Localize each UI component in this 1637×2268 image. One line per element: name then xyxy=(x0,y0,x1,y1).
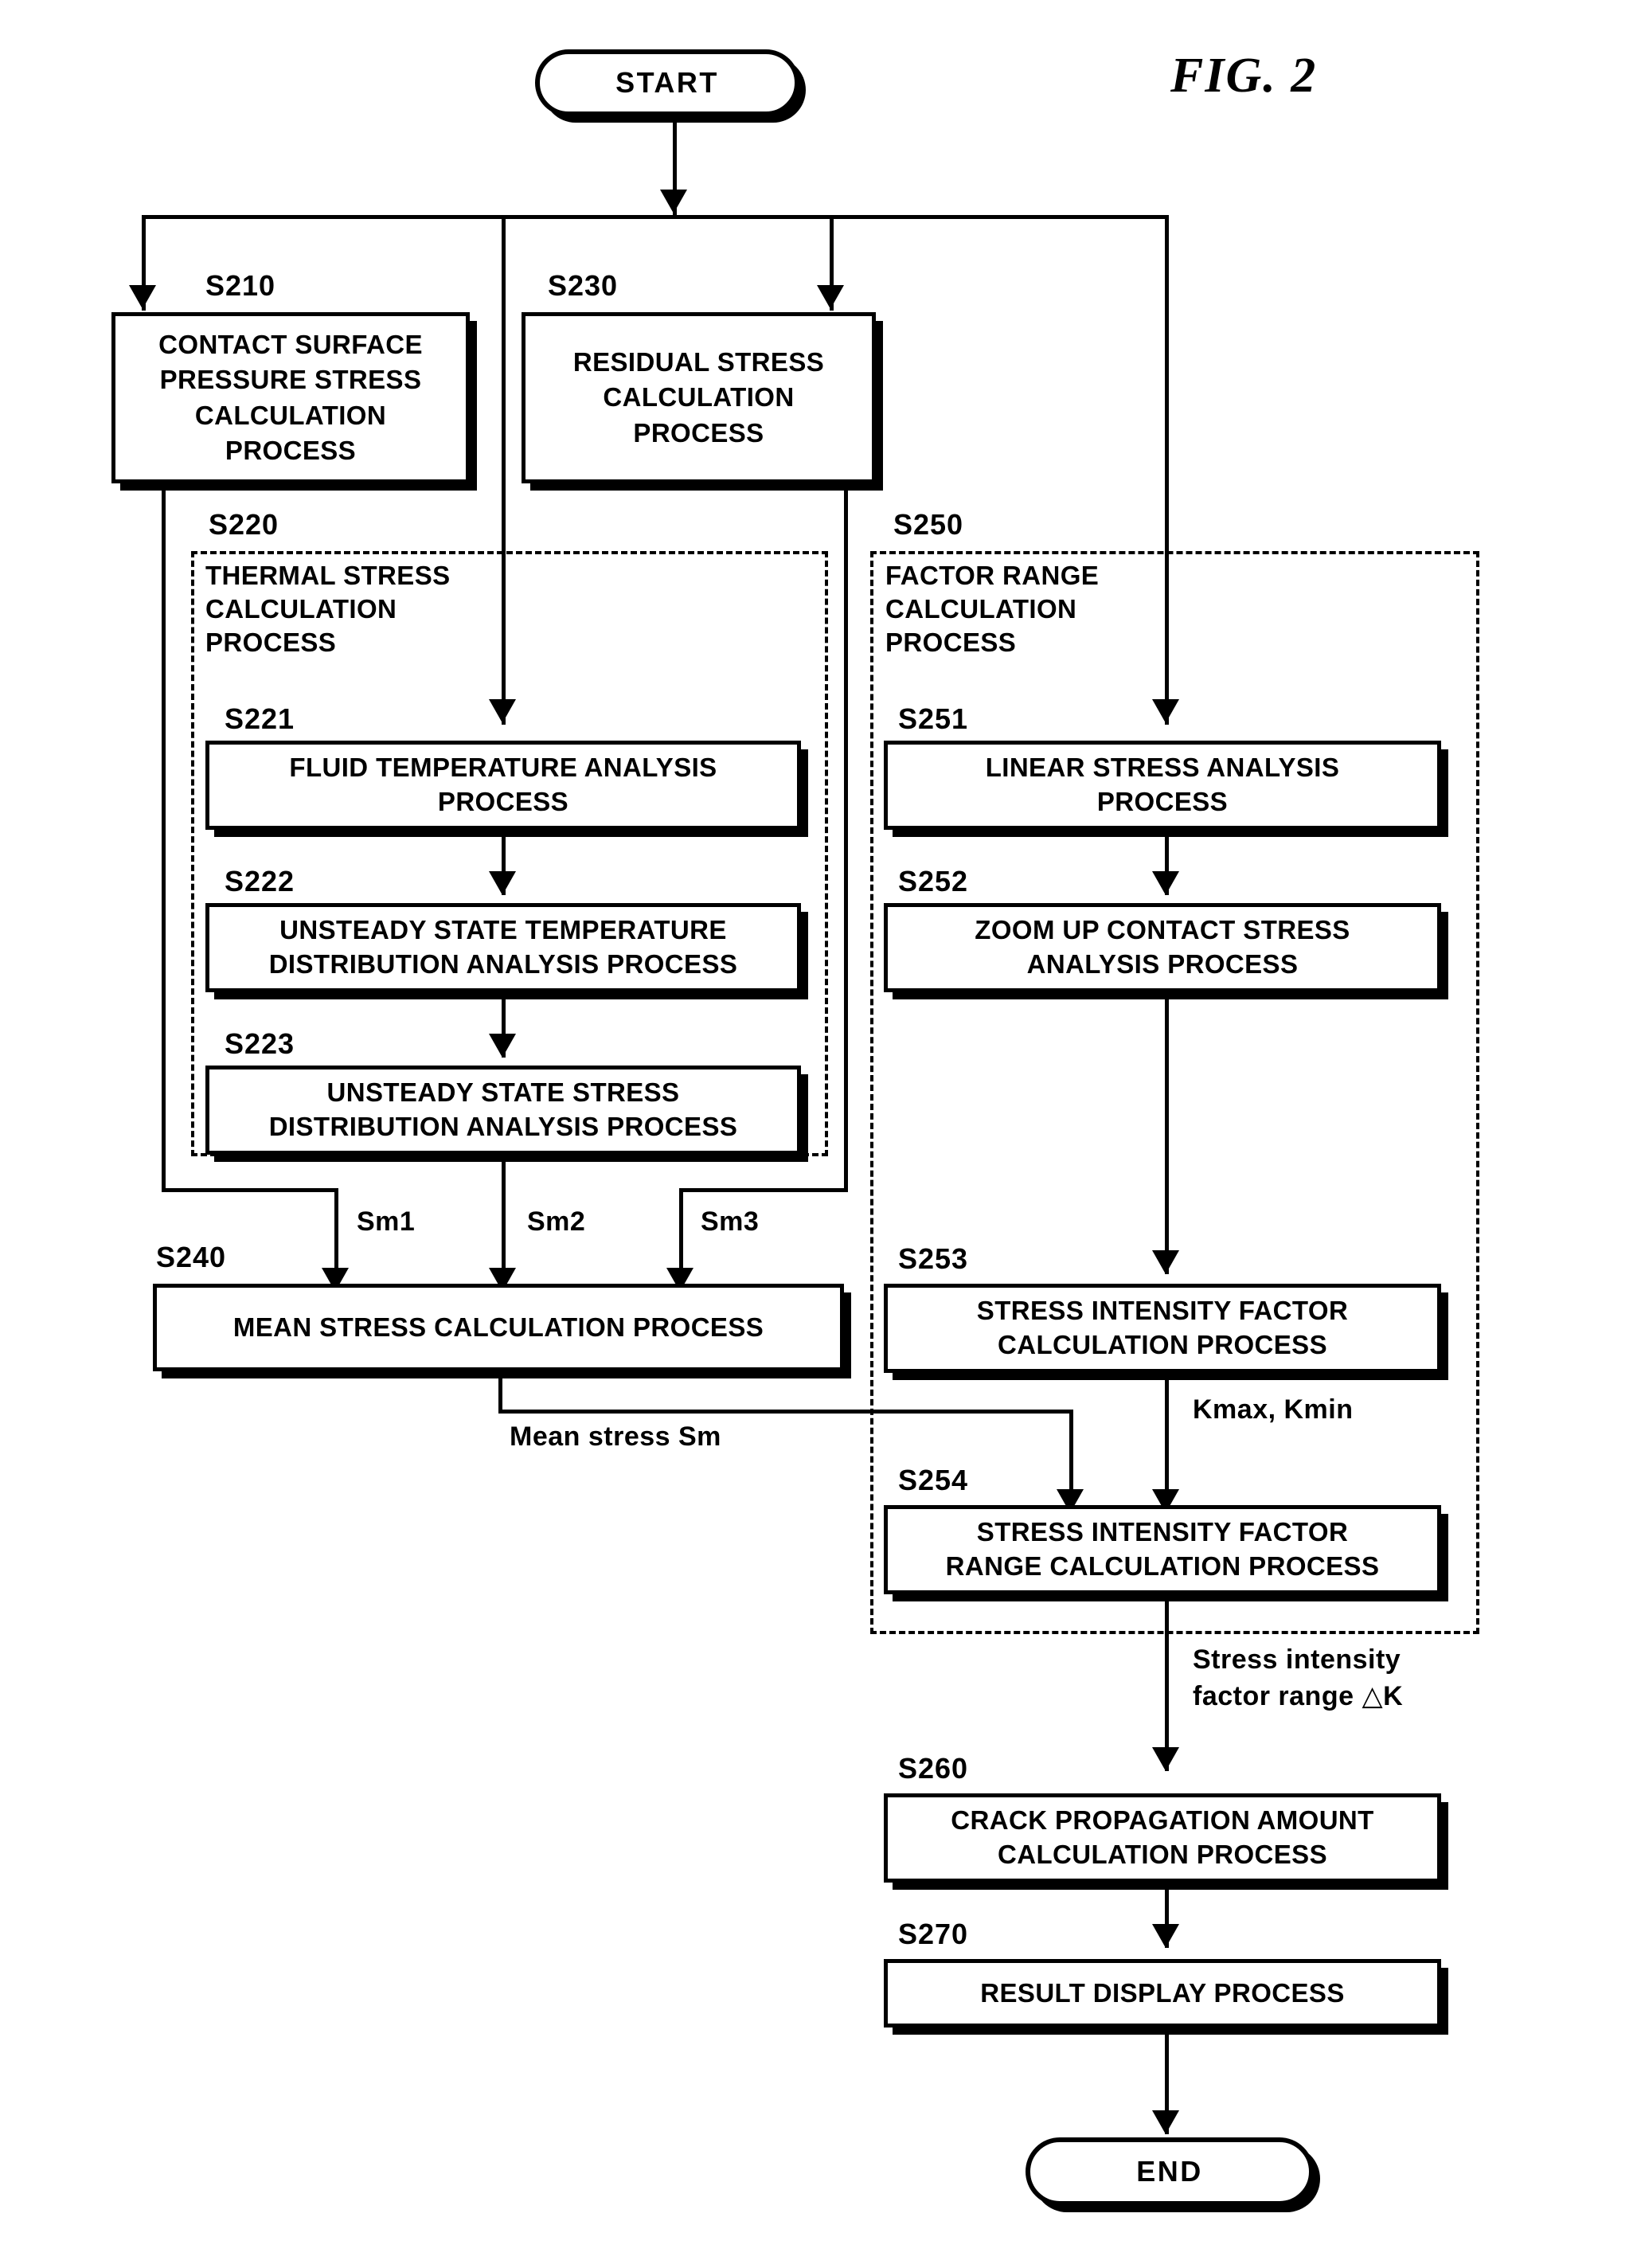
process-label-s210: CONTACT SURFACE PRESSURE STRESS CALCULAT… xyxy=(158,330,423,465)
step-tag-s220: S220 xyxy=(209,508,279,541)
edge-label-sm3: Sm3 xyxy=(701,1206,760,1237)
process-label-s252: ZOOM UP CONTACT STRESS ANALYSIS PROCESS xyxy=(975,915,1350,979)
arrowhead-bus-to-s230 xyxy=(817,285,844,309)
group-label-s220: THERMAL STRESS CALCULATION PROCESS xyxy=(205,561,451,658)
process-box-s240: MEAN STRESS CALCULATION PROCESS xyxy=(153,1284,844,1371)
edge-s253-to-s254 xyxy=(1165,1373,1169,1501)
step-tag-s260: S260 xyxy=(898,1752,969,1785)
edge-s254-to-s260 xyxy=(1165,1594,1169,1771)
edge-s230-down xyxy=(844,483,848,1192)
step-tag-s253: S253 xyxy=(898,1242,969,1275)
step-tag-s250: S250 xyxy=(893,508,964,541)
arrowhead-s252-to-s253 xyxy=(1152,1250,1179,1274)
edge-label-kmax-kmin: Kmax, Kmin xyxy=(1193,1394,1354,1425)
process-box-s230: RESIDUAL STRESS CALCULATION PROCESS xyxy=(522,312,876,483)
edge-s252-to-s253 xyxy=(1165,992,1169,1274)
process-label-s270: RESULT DISPLAY PROCESS xyxy=(980,1977,1345,2008)
arrowhead-s254-to-s260 xyxy=(1152,1747,1179,1771)
process-label-s221: FLUID TEMPERATURE ANALYSIS PROCESS xyxy=(289,753,717,816)
process-label-s230: RESIDUAL STRESS CALCULATION PROCESS xyxy=(572,347,825,448)
arrowhead-s221-to-s222 xyxy=(489,871,516,895)
step-tag-s210: S210 xyxy=(205,269,276,302)
arrowhead-s251-to-s252 xyxy=(1152,871,1179,895)
flowchart-canvas: FIG. 2 START S210 CONTACT SURFACE PRESSU… xyxy=(0,0,1637,2268)
process-box-s260: CRACK PROPAGATION AMOUNT CALCULATION PRO… xyxy=(884,1793,1441,1883)
arrowhead-s270-to-end xyxy=(1152,2110,1179,2134)
process-label-s240: MEAN STRESS CALCULATION PROCESS xyxy=(232,1312,764,1342)
process-box-s221: FLUID TEMPERATURE ANALYSIS PROCESS xyxy=(205,741,801,830)
edge-label-delta-k: Stress intensity factor range △K xyxy=(1193,1644,1404,1711)
edge-s210-right xyxy=(162,1188,338,1192)
start-label: START xyxy=(615,66,719,99)
process-box-s222: UNSTEADY STATE TEMPERATURE DISTRIBUTION … xyxy=(205,903,801,992)
edge-label-sm2: Sm2 xyxy=(527,1206,586,1237)
edge-s230-to-sm3 xyxy=(679,1188,683,1280)
step-tag-s240: S240 xyxy=(156,1241,227,1273)
step-tag-s230: S230 xyxy=(548,269,619,302)
step-tag-s254: S254 xyxy=(898,1464,969,1496)
process-box-s270: RESULT DISPLAY PROCESS xyxy=(884,1959,1441,2028)
process-box-s210: CONTACT SURFACE PRESSURE STRESS CALCULAT… xyxy=(111,312,470,483)
process-box-s252: ZOOM UP CONTACT STRESS ANALYSIS PROCESS xyxy=(884,903,1441,992)
process-label-s253: STRESS INTENSITY FACTOR CALCULATION PROC… xyxy=(976,1296,1349,1359)
edge-s240-down xyxy=(498,1371,502,1413)
edge-s230-left xyxy=(679,1188,848,1192)
process-label-s251: LINEAR STRESS ANALYSIS PROCESS xyxy=(985,753,1340,816)
group-label-s250: FACTOR RANGE CALCULATION PROCESS xyxy=(885,561,1100,658)
process-label-s260: CRACK PROPAGATION AMOUNT CALCULATION PRO… xyxy=(951,1805,1374,1869)
arrowhead-start-to-bus xyxy=(660,190,687,213)
edge-label-mean-stress: Mean stress Sm xyxy=(510,1421,721,1452)
edge-label-sm1: Sm1 xyxy=(357,1206,416,1237)
edge-s210-down xyxy=(162,483,166,1192)
step-tag-s251: S251 xyxy=(898,702,969,735)
process-label-s223: UNSTEADY STATE STRESS DISTRIBUTION ANALY… xyxy=(268,1077,738,1141)
edge-s223-to-sm2 xyxy=(502,1155,506,1280)
edge-s210-to-sm1 xyxy=(334,1188,338,1280)
step-tag-s270: S270 xyxy=(898,1918,969,1950)
step-tag-s221: S221 xyxy=(225,702,295,735)
process-label-s222: UNSTEADY STATE TEMPERATURE DISTRIBUTION … xyxy=(268,915,738,979)
process-box-s253: STRESS INTENSITY FACTOR CALCULATION PROC… xyxy=(884,1284,1441,1373)
process-box-s251: LINEAR STRESS ANALYSIS PROCESS xyxy=(884,741,1441,830)
process-box-s254: STRESS INTENSITY FACTOR RANGE CALCULATIO… xyxy=(884,1505,1441,1594)
arrowhead-bus-to-s210 xyxy=(129,285,156,309)
figure-title: FIG. 2 xyxy=(1170,49,1318,103)
step-tag-s222: S222 xyxy=(225,865,295,897)
arrowhead-s222-to-s223 xyxy=(489,1034,516,1058)
step-tag-s223: S223 xyxy=(225,1027,295,1060)
start-terminator: START xyxy=(535,49,799,116)
end-label: END xyxy=(1136,2155,1203,2188)
process-box-s223: UNSTEADY STATE STRESS DISTRIBUTION ANALY… xyxy=(205,1066,801,1155)
edge-top-bus xyxy=(142,215,1169,219)
end-terminator: END xyxy=(1026,2137,1314,2206)
step-tag-s252: S252 xyxy=(898,865,969,897)
process-label-s254: STRESS INTENSITY FACTOR RANGE CALCULATIO… xyxy=(945,1517,1380,1581)
arrowhead-s260-to-s270 xyxy=(1152,1924,1179,1948)
